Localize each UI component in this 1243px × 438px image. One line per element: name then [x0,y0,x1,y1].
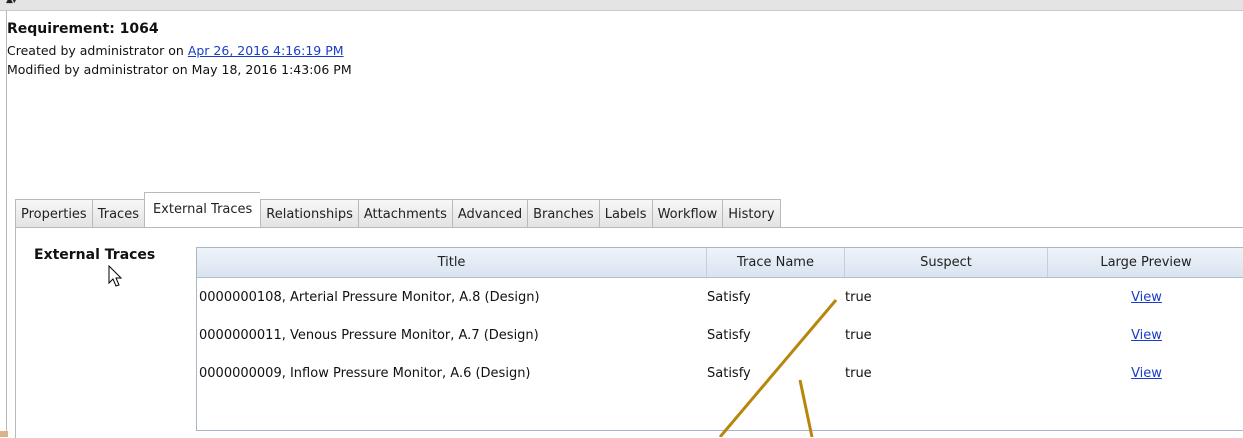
table-header: Title Trace Name Suspect Large Preview [197,248,1243,278]
top-strip: ▲▼ [0,0,1243,11]
column-header-title[interactable]: Title [197,248,707,277]
external-traces-table: Title Trace Name Suspect Large Preview 0… [196,247,1243,431]
view-link[interactable]: View [1131,290,1162,305]
cell-preview: View [1048,290,1243,305]
table-row[interactable]: 0000000011, Venous Pressure Monitor, A.7… [197,316,1243,354]
tab-workflow[interactable]: Workflow [651,199,723,228]
modified-info: Modified by administrator on May 18, 201… [7,62,352,77]
cell-title: 0000000009, Inflow Pressure Monitor, A.6… [199,365,531,381]
tab-attachments[interactable]: Attachments [357,199,452,228]
page-title: Requirement: 1064 [7,21,159,37]
created-prefix: Created by administrator on [7,43,188,58]
mouse-pointer-icon [108,265,123,287]
view-link[interactable]: View [1131,366,1162,381]
collapse-arrows-icon[interactable]: ▲▼ [6,0,18,5]
cell-trace-name: Satisfy [707,289,751,305]
view-link[interactable]: View [1131,328,1162,343]
cell-title: 0000000108, Arterial Pressure Monitor, A… [199,289,540,305]
tab-labels[interactable]: Labels [598,199,652,228]
tab-content: External Traces Title Trace Name Suspect… [15,227,1243,438]
created-info: Created by administrator on Apr 26, 2016… [7,43,344,58]
cell-suspect: true [845,365,872,381]
cell-preview: View [1048,328,1243,343]
tab-bar: Properties Traces External Traces Relati… [15,191,781,228]
tab-properties[interactable]: Properties [15,199,92,228]
cell-preview: View [1048,366,1243,381]
tab-branches[interactable]: Branches [527,199,599,228]
cell-suspect: true [845,289,872,305]
tab-advanced[interactable]: Advanced [451,199,528,228]
column-header-suspect[interactable]: Suspect [845,248,1048,277]
cell-trace-name: Satisfy [707,365,751,381]
tab-history[interactable]: History [722,199,781,228]
cell-trace-name: Satisfy [707,327,751,343]
created-date-link[interactable]: Apr 26, 2016 4:16:19 PM [188,43,344,58]
table-row[interactable]: 0000000009, Inflow Pressure Monitor, A.6… [197,354,1243,392]
table-row[interactable]: 0000000108, Arterial Pressure Monitor, A… [197,278,1243,316]
tab-external-traces[interactable]: External Traces [143,192,261,228]
column-header-large-preview[interactable]: Large Preview [1048,248,1243,277]
tab-relationships[interactable]: Relationships [260,199,358,228]
cell-suspect: true [845,327,872,343]
tab-traces[interactable]: Traces [91,199,144,228]
column-header-trace-name[interactable]: Trace Name [707,248,845,277]
section-label: External Traces [34,247,156,263]
cell-title: 0000000011, Venous Pressure Monitor, A.7… [199,327,539,343]
